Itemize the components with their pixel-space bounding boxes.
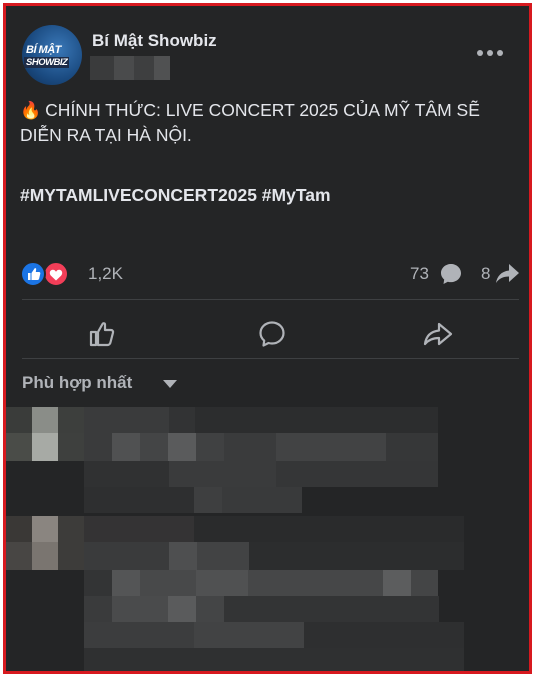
timestamp-redacted: [90, 56, 170, 80]
divider-bottom: [22, 358, 519, 359]
comment-count[interactable]: 73: [410, 264, 429, 284]
avatar-logo-line2: SHOWBIZ: [24, 57, 70, 68]
post-body: 🔥 CHÍNH THỨC: LIVE CONCERT 2025 CỦA MỸ TÂ…: [20, 98, 515, 148]
comment-button[interactable]: [192, 313, 352, 355]
share-icon: [423, 322, 453, 346]
post-card: BÍ MẬT SHOWBIZ Bí Mật Showbiz 🔥 CHÍNH THỨ…: [3, 3, 532, 674]
fire-emoji: 🔥: [20, 101, 42, 120]
share-count[interactable]: 8: [481, 264, 490, 284]
post-text: CHÍNH THỨC: LIVE CONCERT 2025 CỦA MỸ TÂM…: [20, 100, 480, 145]
comment-bubble-icon: [441, 264, 461, 284]
love-reaction-icon: [43, 261, 69, 287]
divider-top: [22, 299, 519, 300]
reaction-count: 1,2K: [88, 264, 123, 283]
avatar-logo-line1: BÍ MẬT: [26, 44, 61, 56]
comments-pixelated: [6, 404, 529, 671]
more-options-button[interactable]: [472, 42, 508, 62]
page-avatar[interactable]: BÍ MẬT SHOWBIZ: [22, 25, 82, 85]
post-hashtags[interactable]: #MYTAMLIVECONCERT2025 #MyTam: [20, 185, 331, 206]
share-arrow-icon: [496, 264, 519, 283]
comment-sort-label[interactable]: Phù hợp nhất: [22, 373, 132, 393]
share-button[interactable]: [358, 313, 518, 355]
chevron-down-icon[interactable]: [163, 380, 177, 388]
comment-icon: [259, 321, 285, 347]
more-horizontal-icon: [477, 50, 503, 56]
author-name[interactable]: Bí Mật Showbiz: [92, 31, 217, 51]
like-button[interactable]: [22, 313, 182, 355]
thumbs-up-icon: [89, 322, 115, 347]
like-reaction-icon: [20, 261, 46, 287]
